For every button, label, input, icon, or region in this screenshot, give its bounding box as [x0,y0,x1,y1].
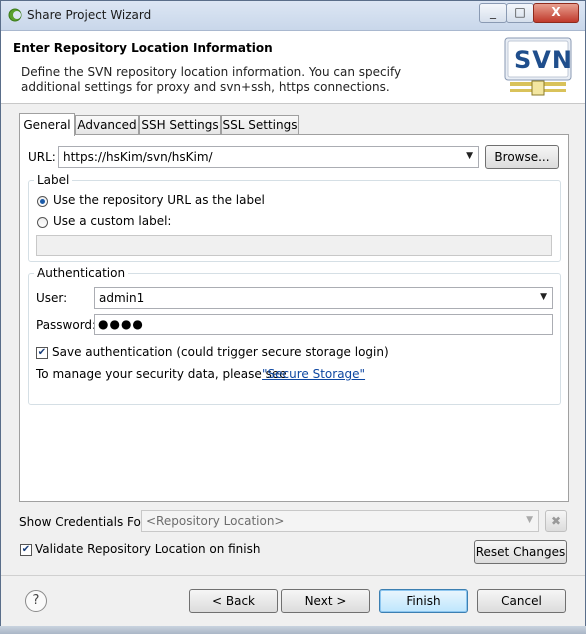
back-button-label: < Back [211,594,255,608]
minimize-button[interactable]: _ [479,3,507,23]
clear-credentials-button[interactable]: ✖ [545,510,567,532]
browse-button[interactable]: Browse... [485,145,559,169]
url-value: https://hsKim/svn/hsKim/ [63,150,213,164]
maximize-icon: □ [514,5,526,19]
help-icon[interactable]: ? [25,590,47,612]
reset-changes-button[interactable]: Reset Changes [474,540,567,564]
credentials-placeholder: <Repository Location> [146,514,285,528]
next-button[interactable]: Next > [281,589,370,613]
window-title: Share Project Wizard [27,8,152,22]
show-credentials-label: Show Credentials For: [19,515,150,529]
wizard-header: Enter Repository Location Information De… [1,31,585,104]
password-value: ●●●● [98,317,144,331]
chevron-down-icon: ▼ [526,515,533,525]
validate-checkbox[interactable]: ✔ [20,544,32,556]
label-group: Label Use the repository URL as the labe… [28,173,561,262]
use-custom-label-radio[interactable] [37,217,48,228]
chevron-down-icon: ▼ [540,292,547,302]
url-label: URL: [28,150,56,164]
credentials-combo[interactable]: <Repository Location> ▼ [141,510,539,532]
close-icon: X [551,5,561,19]
save-authentication-checkbox[interactable]: ✔ [36,347,48,359]
custom-label-input[interactable] [36,235,552,256]
tab-ssl-settings[interactable]: SSL Settings [221,115,299,135]
use-repo-url-radio[interactable] [37,196,48,207]
eclipse-icon [8,8,22,22]
url-combo[interactable]: https://hsKim/svn/hsKim/ ▼ [58,146,479,168]
svn-logo: SVN [504,37,572,99]
footer-separator [1,575,585,576]
chevron-down-icon: ▼ [466,151,473,161]
clear-icon: ✖ [550,514,562,528]
user-label: User: [36,291,68,305]
minimize-icon: _ [490,5,496,19]
password-label: Password: [36,318,97,332]
label-group-title: Label [34,173,73,187]
taskbar-shadow [0,626,586,634]
password-field[interactable]: ●●●● [94,314,553,335]
user-combo[interactable]: admin1 ▼ [94,287,553,309]
title-bar: Share Project Wizard _ □ X [1,1,585,31]
help-icon-glyph: ? [32,593,40,608]
finish-button[interactable]: Finish [379,589,468,613]
tab-ssl-settings-label: SSL Settings [222,118,298,132]
back-button[interactable]: < Back [189,589,278,613]
tab-ssh-settings-label: SSH Settings [141,118,219,132]
share-project-wizard-window: Share Project Wizard _ □ X Enter Reposit… [0,0,586,634]
user-value: admin1 [99,291,145,305]
svn-logo-text: SVN [514,46,573,74]
page-title: Enter Repository Location Information [13,41,273,55]
description-line-2: additional settings for proxy and svn+ss… [21,80,390,94]
cancel-button-label: Cancel [501,594,542,608]
use-repo-url-label: Use the repository URL as the label [53,193,265,207]
next-button-label: Next > [304,594,347,608]
tab-advanced-label: Advanced [77,118,137,132]
close-button[interactable]: X [533,3,579,23]
tab-advanced[interactable]: Advanced [75,115,139,135]
description-line-1: Define the SVN repository location infor… [21,65,402,79]
tab-ssh-settings[interactable]: SSH Settings [139,115,221,135]
secure-storage-link[interactable]: "Secure Storage" [262,367,365,381]
maximize-button[interactable]: □ [506,3,534,23]
authentication-group-title: Authentication [34,266,129,280]
tab-general-label: General [23,118,71,132]
finish-button-label: Finish [406,594,441,608]
tab-general[interactable]: General [19,113,75,136]
reset-changes-label: Reset Changes [475,545,566,559]
use-custom-label-text: Use a custom label: [53,214,172,228]
cancel-button[interactable]: Cancel [477,589,566,613]
general-tab-panel: URL: https://hsKim/svn/hsKim/ ▼ Browse..… [19,134,569,502]
authentication-group: Authentication User: admin1 ▼ Password: … [28,266,561,405]
save-authentication-label: Save authentication (could trigger secur… [52,345,389,359]
manage-security-text: To manage your security data, please see [36,367,287,381]
browse-button-label: Browse... [494,150,550,164]
validate-label: Validate Repository Location on finish [35,542,261,556]
